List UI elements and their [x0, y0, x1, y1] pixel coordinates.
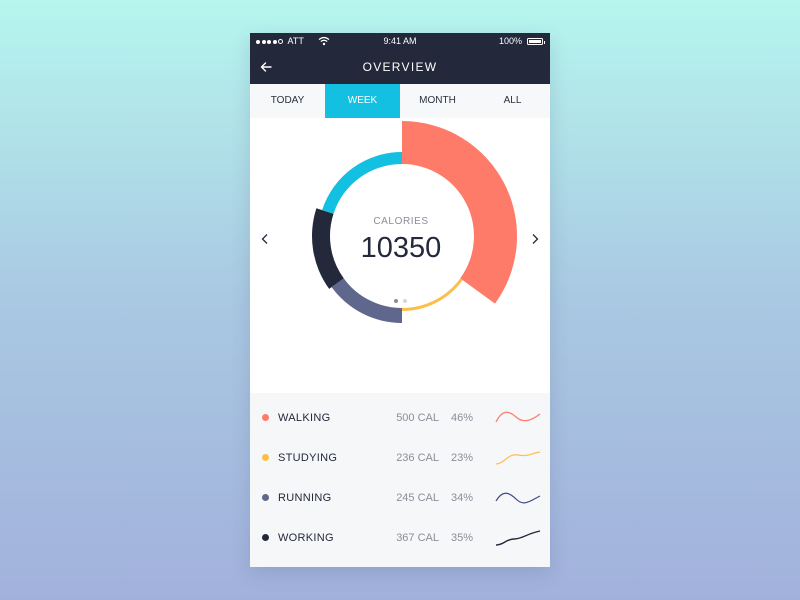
page-dot-active[interactable] [394, 299, 398, 303]
legend-dot [262, 534, 269, 541]
activity-calories: 500 CAL [396, 412, 439, 424]
phone-screen: ATT 9:41 AM 100% OVERVIEW TODAY WEEK MON… [250, 33, 550, 567]
period-tabs: TODAY WEEK MONTH ALL [250, 84, 550, 118]
donut-segment-walking[interactable] [402, 121, 517, 304]
activity-name: WALKING [278, 412, 331, 424]
activity-list: WALKING 500 CAL 46% STUDYING 236 CAL 23%… [250, 393, 550, 567]
chart-center-value: 10350 [360, 232, 442, 264]
sparkline-running [495, 492, 541, 504]
tab-month[interactable]: MONTH [400, 84, 475, 118]
activity-calories: 367 CAL [396, 532, 439, 544]
tab-week[interactable]: WEEK [325, 84, 400, 118]
sparkline-walking [495, 411, 541, 423]
chevron-left-icon[interactable] [258, 232, 272, 246]
legend-dot [262, 454, 269, 461]
activity-percent: 46% [450, 412, 473, 424]
list-item-studying[interactable]: STUDYING 236 CAL 23% [250, 438, 550, 478]
activity-calories: 236 CAL [396, 452, 439, 464]
legend-dot [262, 414, 269, 421]
battery-icon [527, 38, 545, 45]
activity-percent: 35% [450, 532, 473, 544]
activity-percent: 34% [450, 492, 473, 504]
donut-segment-other[interactable] [322, 152, 402, 214]
donut-segment-working[interactable] [312, 208, 344, 289]
battery-percent: 100% [498, 36, 522, 46]
page-title: OVERVIEW [362, 60, 438, 74]
legend-dot [262, 494, 269, 501]
tab-today[interactable]: TODAY [250, 84, 325, 118]
list-item-running[interactable]: RUNNING 245 CAL 34% [250, 478, 550, 518]
tab-all[interactable]: ALL [475, 84, 550, 118]
calories-chart-panel: CALORIES 10350 [250, 118, 550, 393]
list-item-walking[interactable]: WALKING 500 CAL 46% [250, 398, 550, 438]
arrow-left-icon[interactable] [258, 59, 274, 75]
nav-bar: OVERVIEW [250, 50, 550, 84]
sparkline-studying [495, 451, 541, 465]
sparkline-working [495, 530, 541, 546]
activity-name: RUNNING [278, 492, 332, 504]
page-dot[interactable] [403, 299, 407, 303]
donut-segment-running[interactable] [331, 278, 402, 323]
chevron-right-icon[interactable] [528, 232, 542, 246]
donut-segment-studying[interactable] [402, 278, 463, 311]
chart-center-label: CALORIES [373, 216, 429, 227]
page-indicator [394, 299, 412, 303]
activity-name: WORKING [278, 532, 334, 544]
status-bar: ATT 9:41 AM 100% [250, 33, 550, 50]
activity-name: STUDYING [278, 452, 338, 464]
activity-calories: 245 CAL [396, 492, 439, 504]
list-item-working[interactable]: WORKING 367 CAL 35% [250, 518, 550, 558]
activity-percent: 23% [450, 452, 473, 464]
